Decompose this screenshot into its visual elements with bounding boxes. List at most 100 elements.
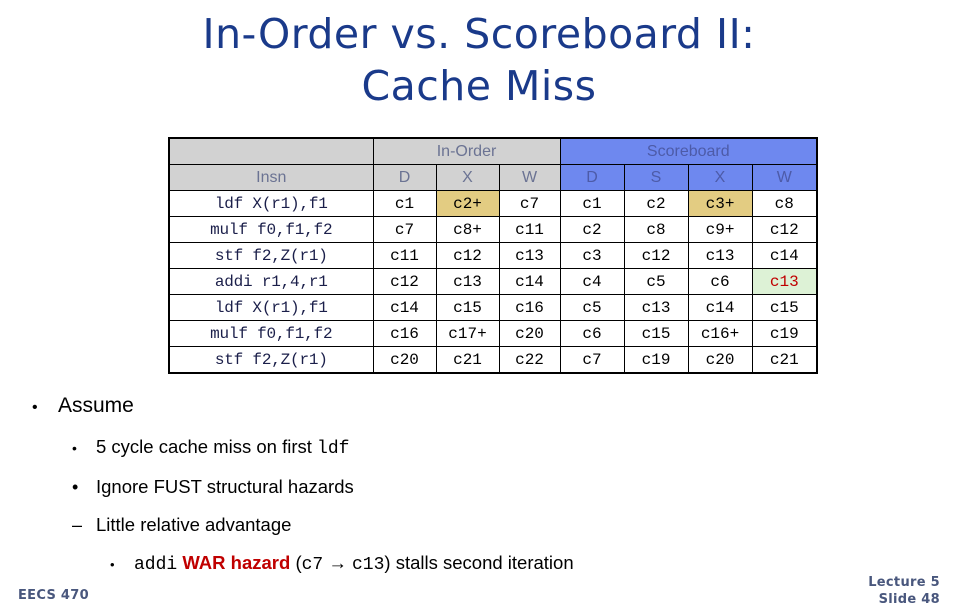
cell-in-order-cycle: c20 [372, 346, 437, 374]
cell-scoreboard-cycle: c9+ [687, 216, 753, 243]
table-row: mulf f0,f1,f2 c7 c8+ c11 c2 c8 c9+ c12 [168, 216, 818, 243]
bullet-item-fust: • Ignore FUST structural hazards [72, 468, 932, 506]
cell-scoreboard-cycle: c6 [559, 320, 625, 347]
bullet-marker: • [110, 557, 115, 572]
bullet-list: • Assume • 5 cycle cache miss on first l… [32, 386, 932, 584]
title-line-1: In-Order vs. Scoreboard II: [202, 10, 756, 58]
cell-in-order-cycle: c20 [498, 320, 561, 347]
cell-scoreboard-cycle: c7 [559, 346, 625, 374]
cell-instruction: ldf X(r1),f1 [168, 294, 374, 321]
cell-scoreboard-cycle: c6 [687, 268, 753, 295]
table-row: mulf f0,f1,f2 c16 c17+ c20 c6 c15 c16+ c19 [168, 320, 818, 347]
cell-instruction: mulf f0,f1,f2 [168, 216, 374, 243]
cell-in-order-cycle: c15 [435, 294, 500, 321]
col-header-scoreboard-x: X [687, 164, 753, 191]
cell-in-order-cycle: c8+ [435, 216, 500, 243]
col-header-scoreboard-d: D [559, 164, 625, 191]
bullet-text: addi WAR hazard (c7 → c13) stalls second… [134, 544, 574, 584]
cell-scoreboard-cycle: c16+ [687, 320, 753, 347]
bullet-marker: • [72, 440, 77, 456]
bullet-code-c7: c7 [301, 555, 324, 575]
table-group-header-row: In-Order Scoreboard [168, 137, 818, 165]
bullet-code-c13: c13 [352, 555, 385, 575]
bullet-marker: • [72, 477, 79, 497]
cell-scoreboard-cycle: c12 [623, 242, 689, 269]
cell-scoreboard-cycle: c14 [751, 242, 818, 269]
bullet-text-pre: 5 cycle cache miss on first [96, 436, 318, 457]
cell-scoreboard-cycle: c3 [559, 242, 625, 269]
table-row: stf f2,Z(r1) c20 c21 c22 c7 c19 c20 c21 [168, 346, 818, 374]
group-header-scoreboard: Scoreboard [559, 137, 818, 165]
war-hazard-emphasis: WAR hazard [182, 552, 291, 573]
cell-in-order-cycle: c12 [372, 268, 437, 295]
table-row: ldf X(r1),f1 c1 c2+ c7 c1 c2 c3+ c8 [168, 190, 818, 217]
cell-scoreboard-cycle: c3+ [687, 190, 753, 217]
page-title: In-Order vs. Scoreboard II: Cache Miss [0, 8, 958, 112]
cell-scoreboard-cycle: c2 [559, 216, 625, 243]
cell-scoreboard-cycle: c13 [623, 294, 689, 321]
bullet-item-war-hazard: • addi WAR hazard (c7 → c13) stalls seco… [110, 544, 932, 584]
bullet-text: Assume [58, 394, 134, 417]
title-line-2: Cache Miss [361, 62, 597, 110]
col-header-inorder-d: D [372, 164, 437, 191]
cell-in-order-cycle: c7 [372, 216, 437, 243]
cell-scoreboard-cycle: c21 [751, 346, 818, 374]
cell-scoreboard-cycle: c1 [559, 190, 625, 217]
cell-in-order-cycle: c13 [498, 242, 561, 269]
cell-scoreboard-cycle: c8 [751, 190, 818, 217]
arrow-icon: → [328, 552, 347, 573]
cycle-timing-table: In-Order Scoreboard Insn D X W D S X W l… [168, 137, 819, 374]
cell-scoreboard-cycle: c15 [623, 320, 689, 347]
cell-scoreboard-cycle: c14 [687, 294, 753, 321]
cell-instruction: ldf X(r1),f1 [168, 190, 374, 217]
cell-scoreboard-cycle: c15 [751, 294, 818, 321]
group-header-in-order: In-Order [372, 137, 561, 165]
group-header-blank [168, 137, 374, 165]
cell-in-order-cycle: c16 [372, 320, 437, 347]
cell-scoreboard-cycle: c13 [687, 242, 753, 269]
cell-in-order-cycle: c12 [435, 242, 500, 269]
cell-in-order-cycle: c14 [498, 268, 561, 295]
bullet-code-addi: addi [134, 555, 178, 575]
footer-lecture: Lecture 5 [868, 575, 940, 590]
cell-instruction: stf f2,Z(r1) [168, 242, 374, 269]
col-header-scoreboard-s: S [623, 164, 689, 191]
cell-instruction: mulf f0,f1,f2 [168, 320, 374, 347]
col-header-scoreboard-w: W [751, 164, 818, 191]
cell-scoreboard-cycle: c19 [623, 346, 689, 374]
cell-in-order-cycle: c11 [498, 216, 561, 243]
cell-scoreboard-cycle: c2 [623, 190, 689, 217]
cell-in-order-cycle: c22 [498, 346, 561, 374]
table-column-header-row: Insn D X W D S X W [168, 164, 818, 191]
bullet-marker-dash: – [72, 515, 83, 535]
cell-instruction: addi r1,4,r1 [168, 268, 374, 295]
cell-scoreboard-cycle: c5 [623, 268, 689, 295]
col-header-inorder-w: W [498, 164, 561, 191]
table-row: addi r1,4,r1 c12 c13 c14 c4 c5 c6 c13 [168, 268, 818, 295]
footer-slide-info: Lecture 5 Slide 48 [868, 574, 940, 608]
bullet-text-tail: stalls second iteration [395, 552, 574, 573]
bullet-item-assume: • Assume [32, 386, 932, 428]
cell-in-order-cycle: c14 [372, 294, 437, 321]
table-row: stf f2,Z(r1) c11 c12 c13 c3 c12 c13 c14 [168, 242, 818, 269]
col-header-inorder-x: X [435, 164, 500, 191]
cell-in-order-cycle: c1 [372, 190, 437, 217]
cell-in-order-cycle: c16 [498, 294, 561, 321]
bullet-marker: • [32, 399, 38, 416]
bullet-text: 5 cycle cache miss on first ldf [96, 428, 349, 468]
cell-instruction: stf f2,Z(r1) [168, 346, 374, 374]
cell-in-order-cycle: c7 [498, 190, 561, 217]
cell-scoreboard-cycle: c19 [751, 320, 818, 347]
bullet-item-little-advantage: – Little relative advantage [72, 506, 932, 544]
bullet-item-cache-miss: • 5 cycle cache miss on first ldf [72, 428, 932, 468]
cell-scoreboard-cycle: c8 [623, 216, 689, 243]
paren-close: ) [384, 552, 391, 573]
cell-in-order-cycle: c13 [435, 268, 500, 295]
cell-scoreboard-cycle: c4 [559, 268, 625, 295]
cell-scoreboard-cycle: c5 [559, 294, 625, 321]
bullet-code-ldf: ldf [317, 439, 350, 459]
cell-in-order-cycle: c21 [435, 346, 500, 374]
footer-course: EECS 470 [18, 588, 89, 603]
cell-in-order-cycle: c11 [372, 242, 437, 269]
cell-in-order-cycle: c17+ [435, 320, 500, 347]
